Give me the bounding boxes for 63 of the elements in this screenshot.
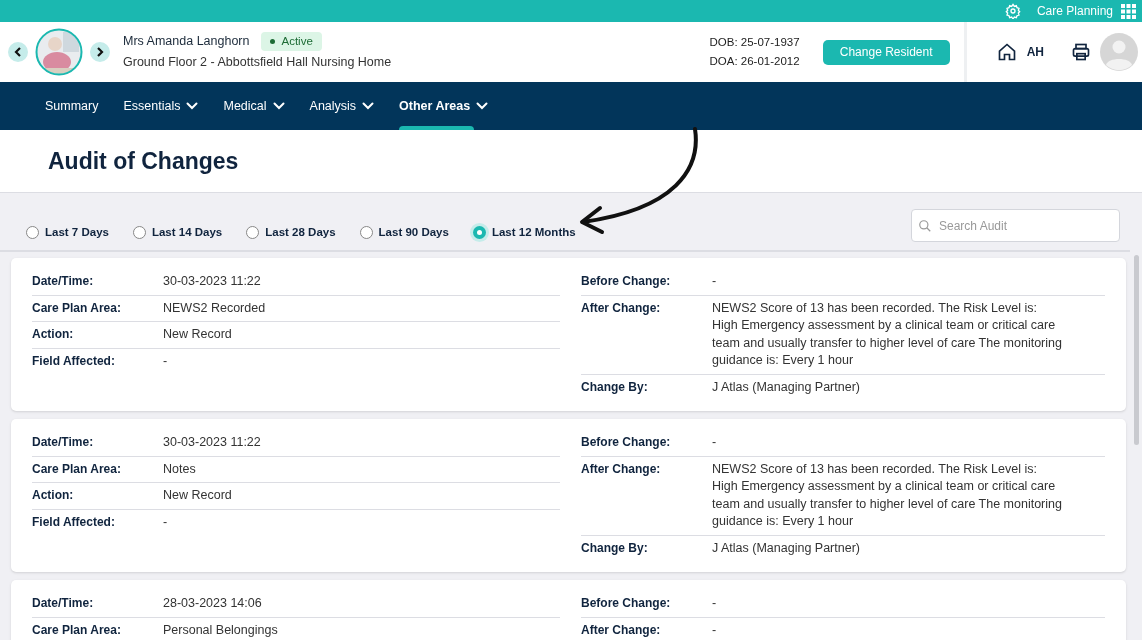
page-title: Audit of Changes: [48, 146, 239, 176]
nav-tab[interactable]: Essentials: [123, 82, 199, 130]
field-value: -: [712, 621, 717, 639]
field-label: Action:: [32, 487, 75, 504]
field-value: New Record: [163, 487, 232, 504]
chevron-left-icon: [14, 47, 22, 57]
field-label: Before Change:: [581, 595, 672, 612]
resident-location: Ground Floor 2 - Abbottsfield Hall Nursing Home: [123, 54, 392, 72]
field-label: After Change:: [581, 621, 662, 639]
field-value: -: [712, 434, 717, 451]
field-value: -: [712, 595, 717, 612]
field-label: After Change:: [581, 460, 662, 478]
date-of-birth: DOB: 25-07-1937: [709, 34, 800, 50]
field-value: -: [163, 513, 168, 531]
field-value: Notes: [163, 460, 196, 478]
field-label: Field Affected:: [32, 513, 116, 531]
home-icon[interactable]: [996, 42, 1017, 62]
nav-tab[interactable]: Analysis: [309, 82, 375, 130]
field-value: J Atlas (Managing Partner): [712, 539, 860, 557]
previous-button[interactable]: [8, 42, 28, 62]
status-badge: Active: [261, 32, 322, 52]
nav-tab[interactable]: Other Areas: [399, 82, 489, 130]
user-initials: AH: [1026, 44, 1044, 61]
field-value: -: [712, 273, 717, 290]
field-label: Change By:: [581, 378, 649, 396]
range-radio[interactable]: Last 14 Days: [132, 223, 223, 241]
print-icon[interactable]: [1071, 42, 1091, 62]
field-label: Date/Time:: [32, 595, 95, 612]
field-label: Before Change:: [581, 273, 672, 290]
field-label: Action:: [32, 326, 75, 343]
field-label: After Change:: [581, 299, 662, 317]
field-value: NEWS2 Recorded: [163, 299, 266, 317]
field-value: NEWS2 Score of 13 has been recorded. The Risk Level is: High Emergency assessment by a clinical team or critical care team and usually transfer to higher level of care The monitoring guidance is: Every 1 hour: [712, 460, 1062, 530]
field-value: 30-03-2023 11:22: [163, 434, 261, 451]
field-value: Personal Belongings: [163, 621, 278, 639]
field-label: Before Change:: [581, 434, 672, 451]
app-name: Care Planning: [1036, 3, 1113, 20]
field-label: Date/Time:: [32, 434, 95, 451]
resident-avatar: [35, 28, 83, 76]
field-value: J Atlas (Managing Partner): [712, 378, 860, 396]
search-icon: [918, 219, 932, 233]
search-field[interactable]: Search Audit: [911, 209, 1120, 242]
range-radio[interactable]: Last 90 Days: [359, 223, 449, 241]
range-radio[interactable]: Last 28 Days: [246, 223, 336, 241]
nav-tab[interactable]: Medical: [223, 82, 285, 130]
field-value: 28-03-2023 14:06: [163, 595, 262, 612]
range-radio[interactable]: Last 12 Months: [472, 223, 576, 241]
resident-name: Mrs Amanda Langhorn: [123, 33, 250, 51]
field-label: Change By:: [581, 539, 649, 557]
date-of-admission: DOA: 26-01-2012: [709, 54, 800, 69]
next-button[interactable]: [90, 42, 110, 62]
field-value: New Record: [163, 326, 232, 343]
field-value: NEWS2 Score of 13 has been recorded. The Risk Level is: High Emergency assessment by a clinical team or critical care team and usually transfer to higher level of care The monitoring guidance is: Every 1 hour: [712, 299, 1062, 369]
field-label: Date/Time:: [32, 273, 95, 290]
field-label: Care Plan Area:: [32, 299, 122, 317]
chevron-right-icon: [96, 47, 104, 57]
field-label: Field Affected:: [32, 352, 116, 370]
field-label: Care Plan Area:: [32, 460, 122, 478]
field-value: 30-03-2023 11:22: [163, 273, 261, 290]
nav-tab[interactable]: Summary: [45, 82, 99, 130]
range-radio[interactable]: Last 7 Days: [26, 223, 109, 241]
field-label: Care Plan Area:: [32, 621, 122, 639]
field-value: -: [163, 352, 168, 370]
